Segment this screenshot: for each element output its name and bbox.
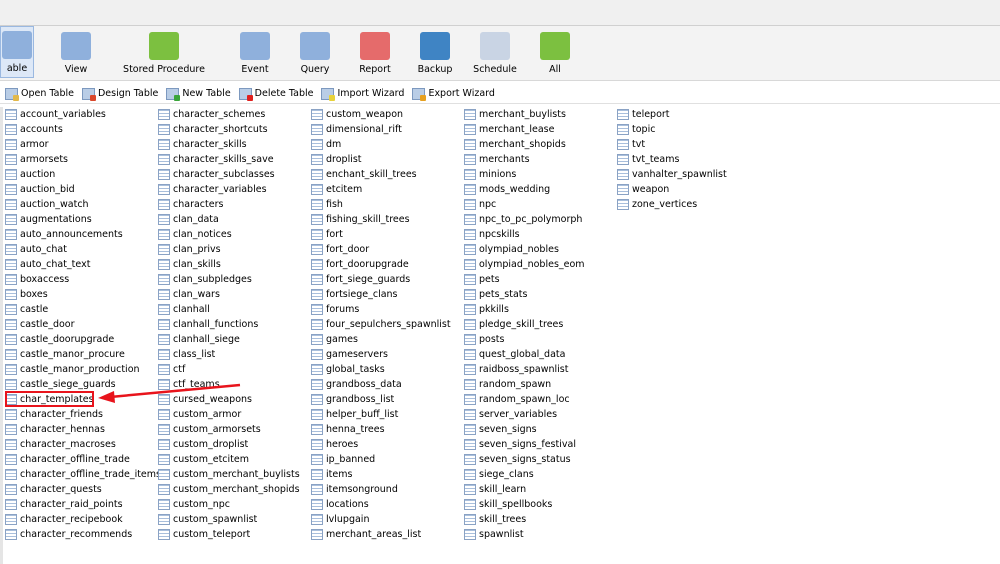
- annotation-arrow: [98, 383, 241, 403]
